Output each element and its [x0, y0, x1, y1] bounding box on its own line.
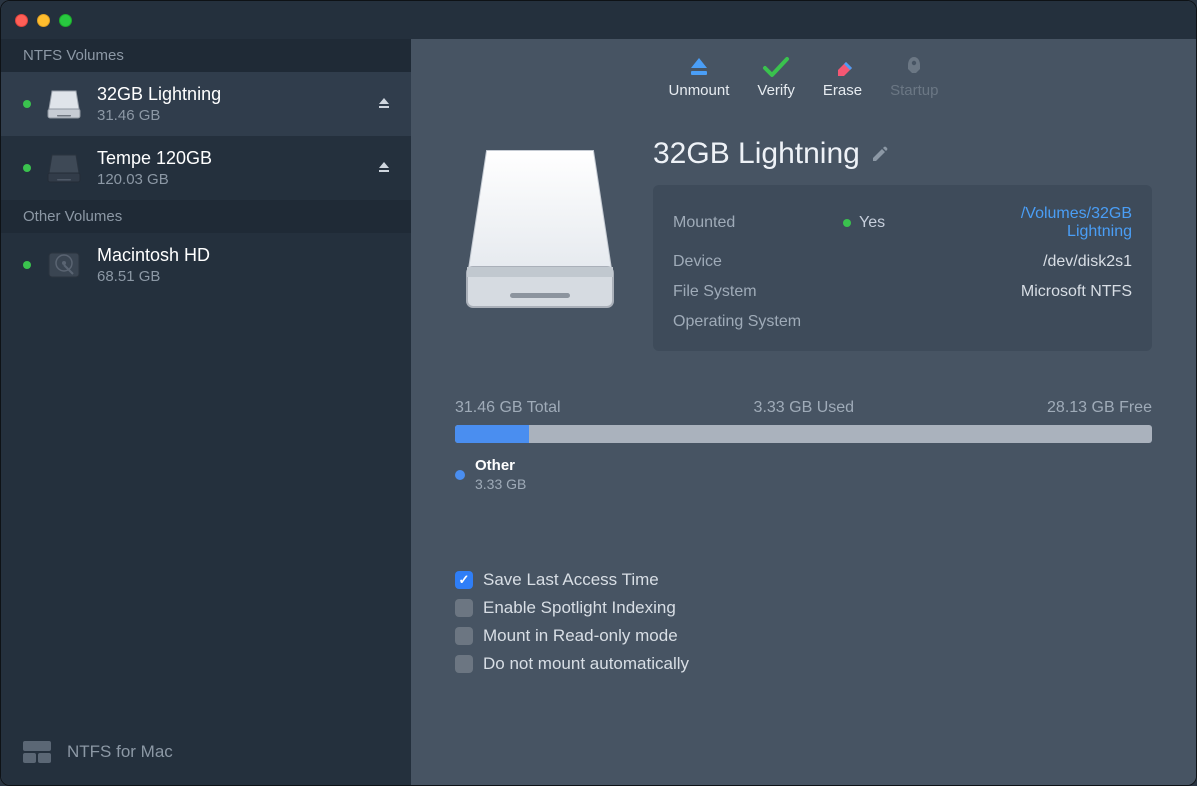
sidebar-section-other: Other Volumes: [1, 200, 411, 233]
content-area: 32GB Lightning Mounted Yes /Volumes/32GB: [411, 109, 1196, 785]
volume-name: Tempe 120GB: [97, 148, 359, 169]
option-readonly-mode[interactable]: Mount in Read-only mode: [455, 626, 1152, 646]
volume-title: 32GB Lightning: [653, 137, 860, 171]
info-label: Mounted: [673, 214, 843, 232]
info-label: Device: [673, 253, 843, 271]
eject-button[interactable]: [373, 92, 395, 117]
sidebar: NTFS Volumes 32GB Lightning 31.46 GB: [1, 39, 411, 785]
sidebar-volume-macintosh-hd[interactable]: Macintosh HD 68.51 GB: [1, 233, 411, 297]
sidebar-item-text: Macintosh HD 68.51 GB: [97, 245, 395, 285]
sidebar-item-text: 32GB Lightning 31.46 GB: [97, 84, 359, 124]
option-label: Enable Spotlight Indexing: [483, 598, 676, 618]
minimize-window-button[interactable]: [37, 14, 50, 27]
zoom-window-button[interactable]: [59, 14, 72, 27]
usage-free: 28.13 GB Free: [1047, 399, 1152, 417]
window-body: NTFS Volumes 32GB Lightning 31.46 GB: [1, 39, 1196, 785]
volume-name: Macintosh HD: [97, 245, 395, 266]
startup-button: Startup: [890, 50, 938, 99]
legend-name: Other: [475, 457, 526, 474]
usage-total: 31.46 GB Total: [455, 399, 561, 417]
sidebar-footer-label: NTFS for Mac: [67, 742, 173, 762]
close-window-button[interactable]: [15, 14, 28, 27]
erase-button[interactable]: Erase: [823, 50, 862, 99]
usage-used: 3.33 GB Used: [754, 399, 855, 417]
toolbar-label: Startup: [890, 82, 938, 99]
toolbar-label: Verify: [757, 82, 795, 99]
checkbox-icon: [455, 655, 473, 673]
usage-bar: [455, 425, 1152, 443]
app-logo-icon: [23, 741, 51, 763]
status-dot-icon: [23, 261, 31, 269]
checkbox-icon: [455, 627, 473, 645]
internal-drive-icon: [45, 246, 83, 284]
status-dot-icon: [23, 100, 31, 108]
device-value: /dev/disk2s1: [843, 253, 1132, 271]
eject-icon: [377, 96, 391, 110]
toolbar: Unmount Verify Erase Startup: [411, 39, 1196, 109]
verify-icon: [761, 54, 791, 80]
option-label: Save Last Access Time: [483, 570, 659, 590]
unmount-button[interactable]: Unmount: [669, 50, 730, 99]
status-dot-icon: [23, 164, 31, 172]
app-window: NTFS Volumes 32GB Lightning 31.46 GB: [0, 0, 1197, 786]
usage-legend: Other 3.33 GB: [455, 457, 1152, 492]
info-row-device: Device /dev/disk2s1: [673, 247, 1132, 277]
volume-size: 31.46 GB: [97, 107, 359, 124]
option-save-last-access[interactable]: Save Last Access Time: [455, 570, 1152, 590]
info-row-mounted: Mounted Yes /Volumes/32GB Lightning: [673, 199, 1132, 247]
startup-icon: [901, 54, 927, 80]
status-dot-icon: [843, 219, 851, 227]
option-label: Do not mount automatically: [483, 654, 689, 674]
option-label: Mount in Read-only mode: [483, 626, 678, 646]
rename-button[interactable]: [870, 144, 890, 164]
drive-illustration-icon: [455, 137, 625, 319]
verify-button[interactable]: Verify: [757, 50, 795, 99]
pencil-icon: [873, 147, 887, 161]
legend-dot-icon: [455, 470, 465, 480]
eject-icon: [377, 160, 391, 174]
mount-path-link[interactable]: /Volumes/32GB Lightning: [953, 205, 1132, 241]
toolbar-label: Unmount: [669, 82, 730, 99]
usage-segment-other: [455, 425, 529, 443]
checkbox-icon: [455, 571, 473, 589]
usage-labels: 31.46 GB Total 3.33 GB Used 28.13 GB Fre…: [455, 399, 1152, 417]
sidebar-item-text: Tempe 120GB 120.03 GB: [97, 148, 359, 188]
unmount-icon: [686, 54, 712, 80]
info-label: Operating System: [673, 313, 843, 331]
option-noauto-mount[interactable]: Do not mount automatically: [455, 654, 1152, 674]
volume-size: 120.03 GB: [97, 171, 359, 188]
option-spotlight-indexing[interactable]: Enable Spotlight Indexing: [455, 598, 1152, 618]
volume-title-row: 32GB Lightning: [653, 137, 1152, 171]
overview-right: 32GB Lightning Mounted Yes /Volumes/32GB: [653, 137, 1152, 351]
sidebar-footer: NTFS for Mac: [1, 721, 411, 785]
volume-options: Save Last Access Time Enable Spotlight I…: [455, 570, 1152, 674]
mounted-value: Yes: [859, 214, 885, 232]
eject-button[interactable]: [373, 156, 395, 181]
titlebar[interactable]: [1, 1, 1196, 39]
volume-size: 68.51 GB: [97, 268, 395, 285]
volume-info-card: Mounted Yes /Volumes/32GB Lightning Devi…: [653, 185, 1152, 351]
checkbox-icon: [455, 599, 473, 617]
toolbar-label: Erase: [823, 82, 862, 99]
legend-text: Other 3.33 GB: [475, 457, 526, 492]
sidebar-volume-32gb-lightning[interactable]: 32GB Lightning 31.46 GB: [1, 72, 411, 136]
external-drive-icon: [45, 85, 83, 123]
erase-icon: [830, 54, 856, 80]
info-label: File System: [673, 283, 843, 301]
volume-overview: 32GB Lightning Mounted Yes /Volumes/32GB: [455, 137, 1152, 351]
external-drive-icon: [45, 149, 83, 187]
fs-value: Microsoft NTFS: [843, 283, 1132, 301]
main-panel: Unmount Verify Erase Startup: [411, 39, 1196, 785]
info-row-filesystem: File System Microsoft NTFS: [673, 277, 1132, 307]
usage-section: 31.46 GB Total 3.33 GB Used 28.13 GB Fre…: [455, 399, 1152, 492]
volume-name: 32GB Lightning: [97, 84, 359, 105]
legend-size: 3.33 GB: [475, 476, 526, 492]
info-row-os: Operating System: [673, 307, 1132, 337]
sidebar-section-ntfs: NTFS Volumes: [1, 39, 411, 72]
sidebar-volume-tempe-120gb[interactable]: Tempe 120GB 120.03 GB: [1, 136, 411, 200]
